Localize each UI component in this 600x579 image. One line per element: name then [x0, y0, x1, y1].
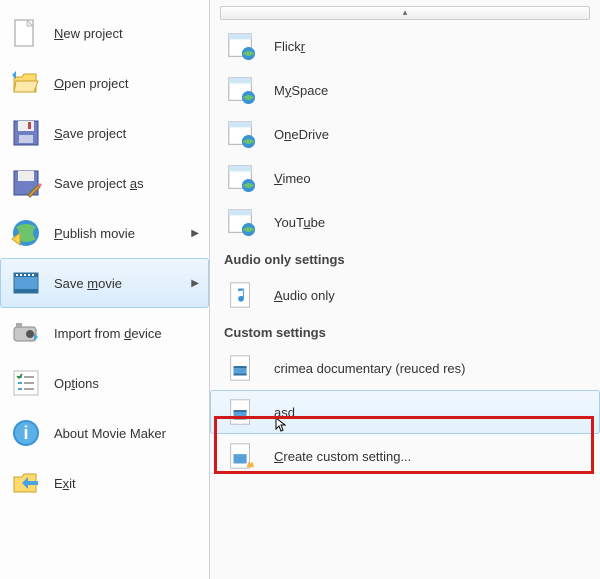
menu-save-project-as[interactable]: Save project as	[0, 158, 209, 208]
options-icon	[10, 367, 42, 399]
menu-import-from-device[interactable]: Import from device	[0, 308, 209, 358]
submenu-flickr[interactable]: Flickr	[210, 24, 600, 68]
audio-file-icon	[226, 280, 256, 310]
section-custom-header: Custom settings	[210, 317, 600, 346]
submenu-label: crimea documentary (reuced res)	[274, 361, 465, 376]
menu-options[interactable]: Options	[0, 358, 209, 408]
menu-label: New project	[54, 26, 199, 41]
submenu-label: MySpace	[274, 83, 328, 98]
new-project-icon	[10, 17, 42, 49]
menu-label: About Movie Maker	[54, 426, 199, 441]
menu-label: Publish movie	[54, 226, 187, 241]
scroll-up-button[interactable]: ▴	[220, 6, 590, 20]
movie-file-icon	[226, 397, 256, 427]
submenu-label: asd	[274, 405, 295, 420]
submenu-custom-asd[interactable]: asd	[210, 390, 600, 434]
submenu-custom-crimea[interactable]: crimea documentary (reuced res)	[210, 346, 600, 390]
movie-file-icon	[226, 353, 256, 383]
menu-label: Import from device	[54, 326, 199, 341]
menu-exit[interactable]: Exit	[0, 458, 209, 508]
save-project-as-icon	[10, 167, 42, 199]
menu-label: Save project as	[54, 176, 199, 191]
menu-save-movie[interactable]: Save movie ▶	[0, 258, 209, 308]
web-page-icon	[226, 207, 256, 237]
menu-label: Save project	[54, 126, 199, 141]
submenu-label: YouTube	[274, 215, 325, 230]
menu-open-project[interactable]: Open project	[0, 58, 209, 108]
section-audio-header: Audio only settings	[210, 244, 600, 273]
menu-about[interactable]: i About Movie Maker	[0, 408, 209, 458]
menu-save-project[interactable]: Save project	[0, 108, 209, 158]
menu-label: Save movie	[54, 276, 187, 291]
publish-movie-icon	[10, 217, 42, 249]
web-page-icon	[226, 163, 256, 193]
save-movie-icon	[10, 267, 42, 299]
submenu-myspace[interactable]: MySpace	[210, 68, 600, 112]
web-page-icon	[226, 119, 256, 149]
submenu-audio-only[interactable]: Audio only	[210, 273, 600, 317]
submenu-label: Create custom setting...	[274, 449, 411, 464]
save-movie-submenu: ▴ Flickr MySpace OneDrive Vimeo	[210, 0, 600, 579]
menu-label: Open project	[54, 76, 199, 91]
import-device-icon	[10, 317, 42, 349]
submenu-youtube[interactable]: YouTube	[210, 200, 600, 244]
submenu-label: Vimeo	[274, 171, 311, 186]
web-page-icon	[226, 31, 256, 61]
create-custom-icon	[226, 441, 256, 471]
menu-new-project[interactable]: New project	[0, 8, 209, 58]
submenu-onedrive[interactable]: OneDrive	[210, 112, 600, 156]
submenu-arrow-icon: ▶	[191, 278, 199, 289]
submenu-vimeo[interactable]: Vimeo	[210, 156, 600, 200]
svg-text:i: i	[23, 423, 28, 443]
web-page-icon	[226, 75, 256, 105]
menu-publish-movie[interactable]: Publish movie ▶	[0, 208, 209, 258]
submenu-create-custom[interactable]: Create custom setting...	[210, 434, 600, 478]
file-menu: New project Open project Save project Sa…	[0, 0, 600, 579]
save-project-icon	[10, 117, 42, 149]
submenu-label: Audio only	[274, 288, 335, 303]
open-project-icon	[10, 67, 42, 99]
about-icon: i	[10, 417, 42, 449]
menu-label: Exit	[54, 476, 199, 491]
submenu-arrow-icon: ▶	[191, 228, 199, 239]
submenu-label: OneDrive	[274, 127, 329, 142]
submenu-label: Flickr	[274, 39, 305, 54]
left-menu-panel: New project Open project Save project Sa…	[0, 0, 210, 579]
exit-icon	[10, 467, 42, 499]
menu-label: Options	[54, 376, 199, 391]
